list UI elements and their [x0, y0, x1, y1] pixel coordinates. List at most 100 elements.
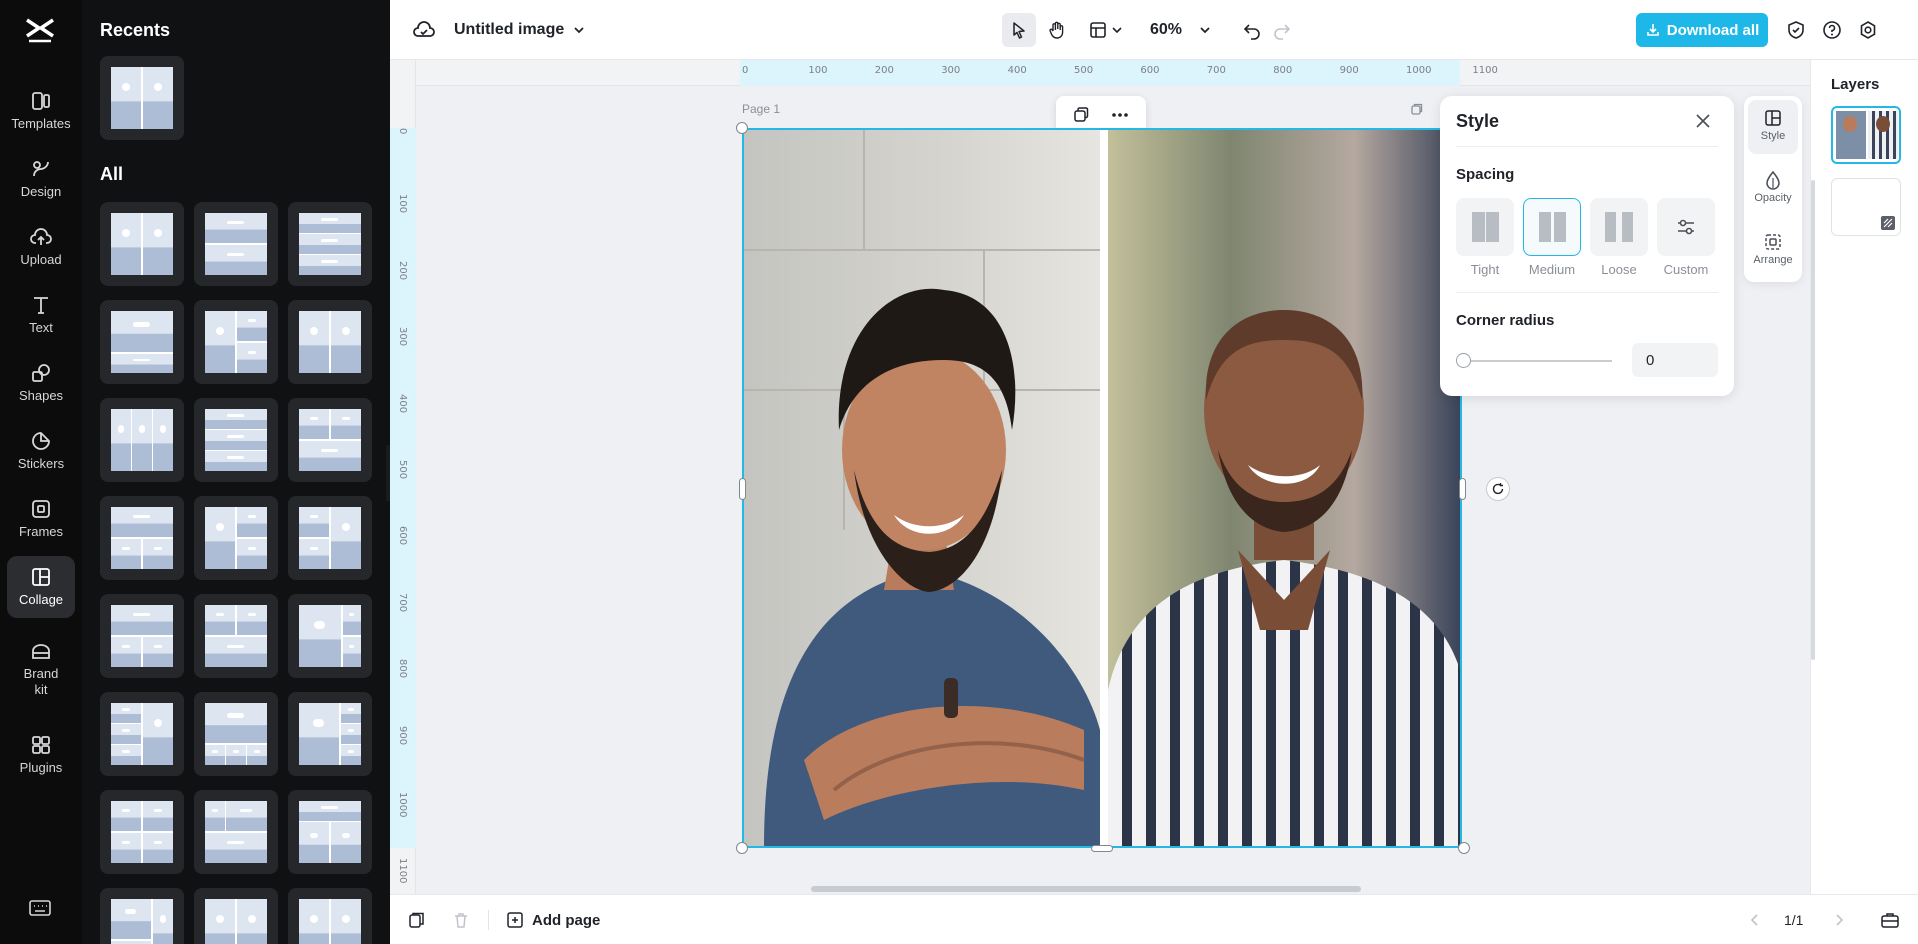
- collage-template-6[interactable]: [288, 300, 372, 384]
- collage-template-17[interactable]: [194, 692, 278, 776]
- rail-item-text[interactable]: Text: [7, 284, 75, 346]
- zoom-level[interactable]: 60%: [1150, 0, 1182, 60]
- duplicate-icon[interactable]: [1072, 106, 1090, 124]
- collage-template-preview: [205, 311, 267, 373]
- resize-handle-bottom-left[interactable]: [736, 842, 748, 854]
- rail-item-stickers[interactable]: Stickers: [7, 420, 75, 482]
- collage-page[interactable]: [742, 128, 1462, 848]
- resize-handle-bottom[interactable]: [1091, 845, 1113, 852]
- collage-template-5[interactable]: [194, 300, 278, 384]
- collage-template-15[interactable]: [288, 594, 372, 678]
- settings-gear-icon[interactable]: [1858, 0, 1878, 60]
- rail-item-design[interactable]: Design: [7, 148, 75, 210]
- collage-template-11[interactable]: [194, 496, 278, 580]
- collage-template-3[interactable]: [288, 202, 372, 286]
- resize-handle-right[interactable]: [1459, 478, 1466, 500]
- collage-template-2[interactable]: [194, 202, 278, 286]
- ruler-top-tick-label: 500: [1074, 65, 1094, 76]
- frames-icon: [32, 500, 50, 518]
- collage-template-preview: [111, 703, 173, 765]
- resize-handle-bottom-right[interactable]: [1458, 842, 1470, 854]
- collage-template-4[interactable]: [100, 300, 184, 384]
- template-cell: [299, 822, 329, 863]
- redo-icon[interactable]: [1272, 0, 1292, 60]
- template-cell: [343, 605, 361, 635]
- rail-item-brand-kit[interactable]: Brand kit: [7, 630, 75, 706]
- rail-item-plugins[interactable]: Plugins: [7, 724, 75, 786]
- collage-template-19[interactable]: [100, 790, 184, 874]
- tab-opacity[interactable]: Opacity: [1748, 162, 1798, 216]
- rotate-icon: [1492, 483, 1504, 495]
- collage-photo-right[interactable]: [1108, 130, 1460, 846]
- prev-page-icon[interactable]: [1748, 895, 1762, 944]
- collage-template-preview: [111, 899, 173, 944]
- select-tool-button[interactable]: [1002, 13, 1036, 47]
- collage-template-24[interactable]: [288, 888, 372, 944]
- download-all-button[interactable]: Download all: [1636, 13, 1768, 47]
- collage-template-8[interactable]: [194, 398, 278, 482]
- undo-icon[interactable]: [1242, 0, 1262, 60]
- corner-radius-input[interactable]: [1632, 343, 1718, 377]
- layer-thumb-collage[interactable]: [1831, 106, 1901, 164]
- template-cell: [331, 409, 361, 439]
- spacing-option-custom[interactable]: Custom: [1657, 198, 1715, 277]
- template-cell: [205, 451, 267, 471]
- document-title[interactable]: Untitled image: [454, 0, 564, 60]
- collage-template-9[interactable]: [288, 398, 372, 482]
- corner-radius-slider-track[interactable]: [1462, 360, 1612, 362]
- cloud-save-icon[interactable]: [412, 0, 436, 60]
- rail-item-templates[interactable]: Templates: [7, 80, 75, 142]
- close-icon[interactable]: [1692, 110, 1714, 132]
- horizontal-scrollbar[interactable]: [811, 886, 1361, 892]
- spacing-label-tight: Tight: [1470, 262, 1500, 277]
- rotate-handle[interactable]: [1486, 477, 1510, 501]
- next-page-icon[interactable]: [1832, 895, 1846, 944]
- layout-menu-button[interactable]: [1088, 0, 1123, 60]
- collage-template-10[interactable]: [100, 496, 184, 580]
- collage-template-16[interactable]: [100, 692, 184, 776]
- help-icon[interactable]: [1822, 0, 1842, 60]
- page-copy-icon[interactable]: [1410, 102, 1424, 116]
- collage-template-recent-1[interactable]: [100, 56, 184, 140]
- corner-radius-slider-knob[interactable]: [1456, 353, 1471, 368]
- trash-icon[interactable]: [452, 895, 470, 944]
- briefcase-icon[interactable]: [1880, 895, 1900, 944]
- more-options-icon[interactable]: [1110, 106, 1130, 124]
- spacing-option-medium[interactable]: Medium: [1523, 198, 1581, 277]
- collage-template-7[interactable]: [100, 398, 184, 482]
- app-logo[interactable]: [20, 14, 60, 48]
- zoom-chevron-down-icon[interactable]: [1198, 0, 1212, 60]
- collage-template-13[interactable]: [100, 594, 184, 678]
- collage-template-18[interactable]: [288, 692, 372, 776]
- template-cell: [205, 637, 267, 667]
- rail-item-upload[interactable]: Upload: [7, 216, 75, 278]
- hand-tool-button[interactable]: [1040, 13, 1074, 47]
- collage-template-14[interactable]: [194, 594, 278, 678]
- shield-icon[interactable]: [1786, 0, 1806, 60]
- resize-handle-top-left[interactable]: [736, 122, 748, 134]
- collage-template-20[interactable]: [194, 790, 278, 874]
- collage-photo-left[interactable]: [744, 130, 1100, 846]
- collage-template-1[interactable]: [100, 202, 184, 286]
- template-cell: [247, 745, 267, 765]
- add-page-button[interactable]: Add page: [506, 895, 600, 944]
- rail-item-collage[interactable]: Collage: [7, 556, 75, 618]
- tab-style[interactable]: Style: [1748, 100, 1798, 154]
- collage-template-22[interactable]: [100, 888, 184, 944]
- title-chevron-down-icon[interactable]: [572, 0, 586, 60]
- template-cell: [299, 801, 361, 821]
- keyboard-icon[interactable]: [28, 898, 52, 918]
- tab-arrange[interactable]: Arrange: [1748, 224, 1798, 278]
- rail-item-shapes[interactable]: Shapes: [7, 352, 75, 414]
- collage-template-12[interactable]: [288, 496, 372, 580]
- spacing-option-tight[interactable]: Tight: [1456, 198, 1514, 277]
- collage-template-21[interactable]: [288, 790, 372, 874]
- spacing-option-loose[interactable]: Loose: [1590, 198, 1648, 277]
- rail-item-frames[interactable]: Frames: [7, 488, 75, 550]
- layers-scrollbar[interactable]: [1811, 180, 1815, 660]
- layer-thumb-background[interactable]: [1831, 178, 1901, 236]
- pages-icon[interactable]: [408, 895, 426, 944]
- resize-handle-left[interactable]: [739, 478, 746, 500]
- collage-template-23[interactable]: [194, 888, 278, 944]
- bottom-divider: [488, 910, 489, 930]
